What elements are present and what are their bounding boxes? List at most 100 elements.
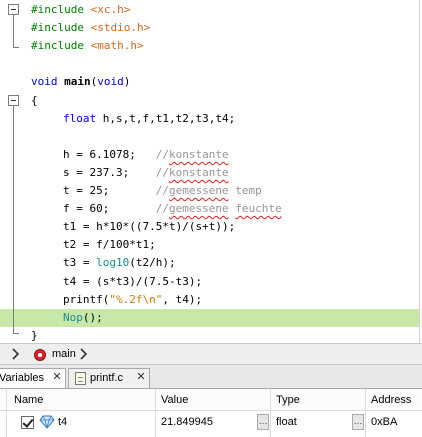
- code-line[interactable]: float h,s,t,f,t1,t2,t3,t4;: [0, 110, 419, 128]
- column-header-address[interactable]: Address: [371, 394, 411, 406]
- code-line[interactable]: t = 25; //gemessene temp: [0, 182, 419, 200]
- code-line[interactable]: t1 = h*10*((7.5*t)/(s+t));: [0, 218, 419, 236]
- code-line[interactable]: h = 6.1078; //konstante: [0, 146, 419, 164]
- variable-type: float: [276, 416, 297, 428]
- variable-value[interactable]: 21.849945: [161, 416, 213, 428]
- library-call: Nop: [63, 310, 83, 324]
- preprocessor-directive: #include: [31, 39, 84, 53]
- fold-guide-main: [13, 106, 14, 333]
- variable-name: t4: [58, 416, 68, 428]
- code-line-text: h = 6.1078; //konstante: [63, 146, 229, 164]
- code-line-text: #include <stdio.h>: [31, 19, 150, 37]
- column-header-name[interactable]: Name: [14, 394, 43, 406]
- statement-end: ;: [129, 147, 136, 161]
- assignment-lhs: h =: [63, 147, 90, 161]
- code-line[interactable]: s = 237.3; //konstante: [0, 164, 419, 182]
- numeric-literal: 6.1078: [89, 147, 130, 161]
- table-row[interactable]: t4 21.849945 … float … 0xBA: [0, 411, 422, 433]
- code-line[interactable]: t2 = f/100*t1;: [0, 236, 419, 254]
- statement: t1 = h*10*((7.5*t)/(s+t));: [63, 220, 236, 234]
- current-execution-line[interactable]: Nop();: [0, 308, 419, 327]
- type-keyword: float: [63, 111, 97, 125]
- code-line[interactable]: #include <math.h>: [0, 37, 419, 55]
- code-line-text: f = 60; //gemessene feuchte: [63, 200, 282, 218]
- code-line-text: t = 25; //gemessene temp: [63, 182, 262, 200]
- comment-text: temp: [228, 184, 262, 197]
- breadcrumb-function-label[interactable]: main: [52, 348, 76, 360]
- function-call: printf: [63, 292, 103, 306]
- code-line-text: t1 = h*10*((7.5*t)/(s+t));: [63, 218, 235, 236]
- comment-marker: //: [155, 165, 169, 179]
- comment-marker: //: [155, 184, 169, 197]
- code-line[interactable]: [0, 128, 419, 146]
- watch-enable-checkbox[interactable]: [21, 416, 34, 429]
- code-editor[interactable]: #include <xc.h> #include <stdio.h> #includ…: [0, 0, 422, 343]
- code-line-text: t3 = log10(t2/h);: [63, 254, 176, 272]
- code-line[interactable]: t4 = (s*t3)/(7.5-t3);: [0, 273, 419, 291]
- close-icon[interactable]: ✕: [51, 371, 63, 383]
- navigation-breadcrumb: main: [0, 343, 422, 365]
- edit-type-button[interactable]: …: [352, 414, 364, 430]
- code-line-text: s = 237.3; //konstante: [63, 164, 229, 182]
- preprocessor-directive: #include: [31, 21, 84, 35]
- tab-variables-label: Variables: [0, 372, 45, 384]
- declaration-list: h,s,t,f,t1,t2,t3,t4;: [96, 111, 236, 125]
- param-keyword: void: [97, 75, 124, 89]
- code-line[interactable]: f = 60; //gemessene feuchte: [0, 200, 419, 218]
- statement: t2 = f/100*t1;: [63, 238, 156, 252]
- code-line-text: printf("%.2f\n", t4);: [63, 291, 202, 309]
- fold-toggle-main[interactable]: [8, 95, 19, 106]
- debug-tool-tabs: Variables ✕ printf.c ✕: [0, 365, 422, 389]
- fold-guide-includes-end: [13, 47, 19, 48]
- fold-toggle-includes[interactable]: [8, 4, 19, 15]
- code-line[interactable]: {: [0, 92, 419, 110]
- include-header: <stdio.h>: [90, 21, 151, 35]
- statement: , t4);: [162, 292, 203, 306]
- brace: }: [31, 328, 38, 342]
- chevron-right-icon[interactable]: [12, 348, 20, 360]
- code-line-text: float h,s,t,f,t1,t2,t3,t4;: [63, 110, 235, 128]
- brace: {: [31, 93, 38, 107]
- statement: t3 =: [63, 256, 97, 270]
- numeric-literal: 60: [89, 202, 103, 216]
- code-line-text: t4 = (s*t3)/(7.5-t3);: [63, 273, 202, 291]
- library-call: log10: [96, 256, 130, 270]
- include-header: <xc.h>: [90, 3, 131, 16]
- tab-printf-c[interactable]: printf.c ✕: [68, 368, 150, 388]
- code-line-text: #include <xc.h>: [31, 1, 130, 19]
- assignment-lhs: t =: [63, 184, 90, 197]
- fold-guide-main-end: [13, 333, 19, 334]
- variables-table: Name Value Type Address t4 21.849945 … f…: [0, 389, 422, 437]
- numeric-literal: 237.3: [89, 165, 123, 179]
- c-source-file-icon: [75, 372, 86, 385]
- assignment-lhs: f =: [63, 202, 90, 216]
- paren: ): [123, 75, 131, 89]
- code-line[interactable]: [0, 55, 419, 73]
- spellcheck-word: gemessene: [168, 202, 229, 216]
- tab-variables[interactable]: Variables ✕: [0, 368, 66, 388]
- statement: t4 = (s*t3)/(7.5-t3);: [63, 274, 203, 288]
- function-breakpoint-icon: [34, 349, 46, 361]
- code-line[interactable]: #include <stdio.h>: [0, 19, 419, 37]
- tab-printf-c-label: printf.c: [90, 372, 124, 384]
- code-line-text: Nop();: [63, 309, 103, 327]
- spellcheck-word: konstante: [169, 147, 229, 161]
- code-line[interactable]: t3 = log10(t2/h);: [0, 254, 419, 272]
- column-header-value[interactable]: Value: [161, 394, 188, 406]
- statement: ();: [82, 310, 103, 324]
- code-line[interactable]: #include <xc.h>: [0, 1, 419, 19]
- edit-value-button[interactable]: …: [257, 414, 269, 430]
- code-line[interactable]: void main(void): [0, 73, 419, 91]
- chevron-right-icon[interactable]: [80, 348, 88, 360]
- column-header-type[interactable]: Type: [276, 394, 300, 406]
- code-line[interactable]: printf("%.2f\n", t4);: [0, 291, 419, 309]
- numeric-literal: 25: [89, 184, 103, 197]
- close-icon[interactable]: ✕: [135, 371, 147, 383]
- include-header: <math.h>: [90, 39, 144, 53]
- comment-marker: //: [155, 147, 169, 161]
- editor-margin-rule: [419, 0, 420, 343]
